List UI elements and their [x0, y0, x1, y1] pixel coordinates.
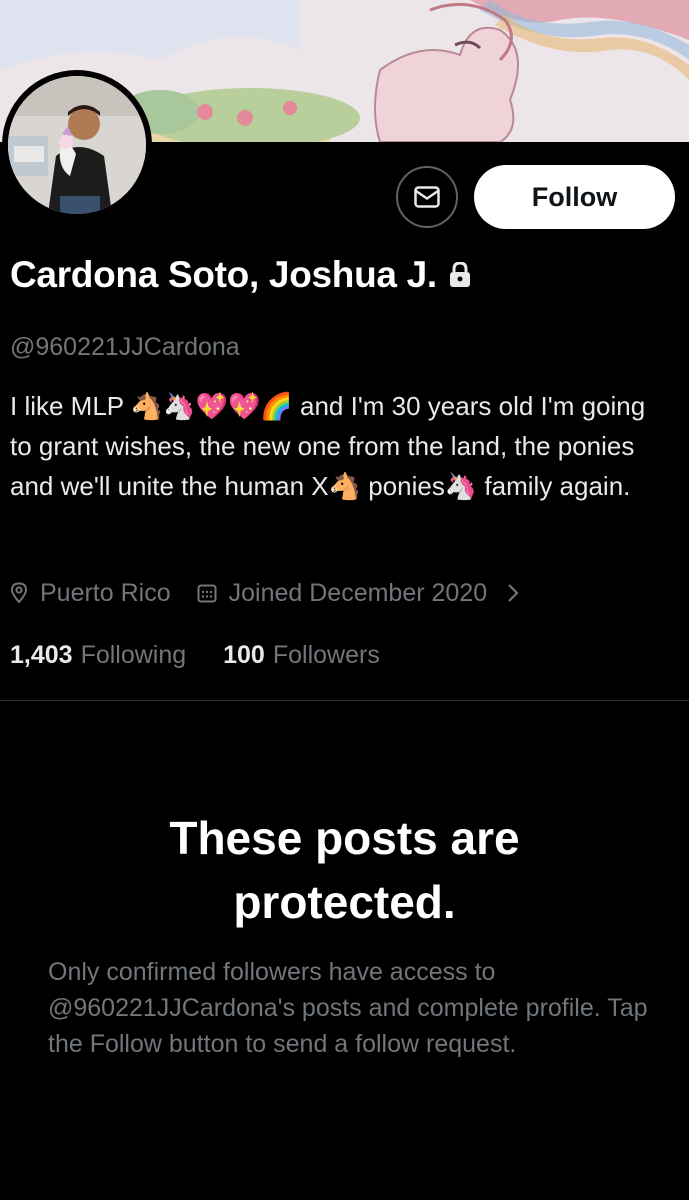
- following-link[interactable]: 1,403 Following: [10, 641, 193, 669]
- followers-count: 100: [223, 641, 265, 669]
- protected-title-line2: protected.: [233, 876, 456, 928]
- joined-item: Joined December 2020: [197, 578, 488, 608]
- followers-label: Followers: [272, 641, 380, 669]
- profile-avatar[interactable]: [2, 70, 152, 220]
- follow-counts: 1,403 Following 100 Followers: [10, 641, 380, 670]
- display-name: Cardona Soto, Joshua J.: [10, 254, 437, 295]
- profile-bio: I like MLP 🐴🦄💖💖🌈 and I'm 30 years old I'…: [10, 391, 646, 501]
- message-button[interactable]: [396, 166, 458, 228]
- profile-name-row: Cardona Soto, Joshua J.: [10, 254, 471, 296]
- following-count: 1,403: [10, 641, 73, 669]
- follow-button[interactable]: Follow: [474, 165, 675, 229]
- calendar-icon: [197, 583, 217, 603]
- protected-title-line1: These posts are: [169, 812, 520, 864]
- avatar-photo: [8, 76, 146, 214]
- protected-description: Only confirmed followers have access to …: [48, 958, 648, 1058]
- location-text: Puerto Rico: [40, 578, 171, 607]
- section-divider: [0, 700, 689, 701]
- lock-icon: [449, 262, 471, 288]
- envelope-icon: [414, 186, 440, 208]
- location-item: Puerto Rico: [10, 579, 171, 608]
- joined-text: Joined December 2020: [228, 578, 488, 607]
- chevron-right-icon[interactable]: [507, 583, 519, 603]
- location-pin-icon: [10, 582, 28, 604]
- protected-title: These posts are protected.: [0, 806, 689, 934]
- following-label: Following: [80, 641, 187, 669]
- profile-handle: @960221JJCardona: [10, 333, 240, 361]
- followers-link[interactable]: 100 Followers: [223, 641, 380, 669]
- profile-meta: Puerto Rico Joined December 2020: [10, 576, 519, 610]
